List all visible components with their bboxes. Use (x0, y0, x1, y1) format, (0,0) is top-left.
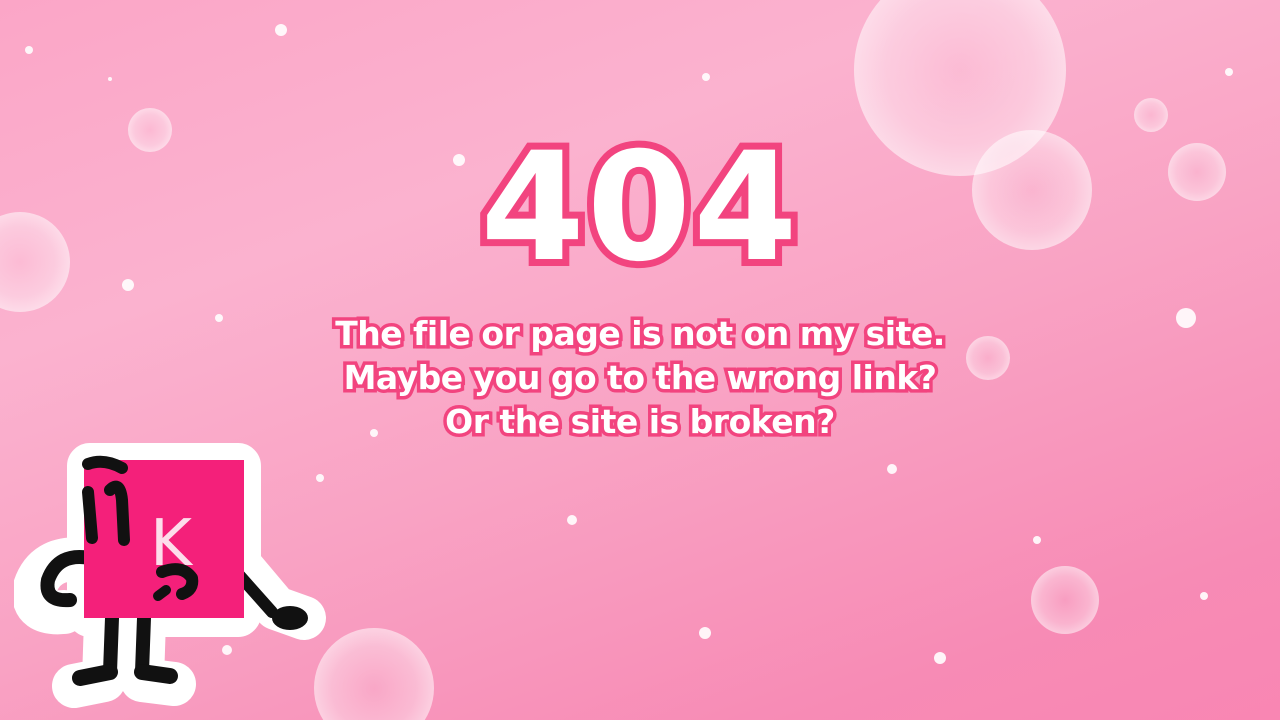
dot (887, 464, 897, 474)
error-message-line-2: Maybe you go to the wrong link? (340, 355, 940, 401)
dot (108, 77, 112, 81)
sad-square-mascot-icon: K (14, 443, 326, 708)
dot (699, 627, 711, 639)
error-code-heading: 404 (473, 114, 804, 302)
error-message-line-1: The file or page is not on my site. (332, 311, 949, 357)
dot (1033, 536, 1041, 544)
dot (25, 46, 33, 54)
dot (1225, 68, 1233, 76)
error-message: The file or page is not on my site. Mayb… (0, 311, 1280, 445)
dot (567, 515, 577, 525)
dot (1200, 592, 1208, 600)
dot (702, 73, 710, 81)
dot (934, 652, 946, 664)
error-message-line-3: Or the site is broken? (442, 399, 839, 445)
bubble (1031, 566, 1099, 634)
dot (275, 24, 287, 36)
